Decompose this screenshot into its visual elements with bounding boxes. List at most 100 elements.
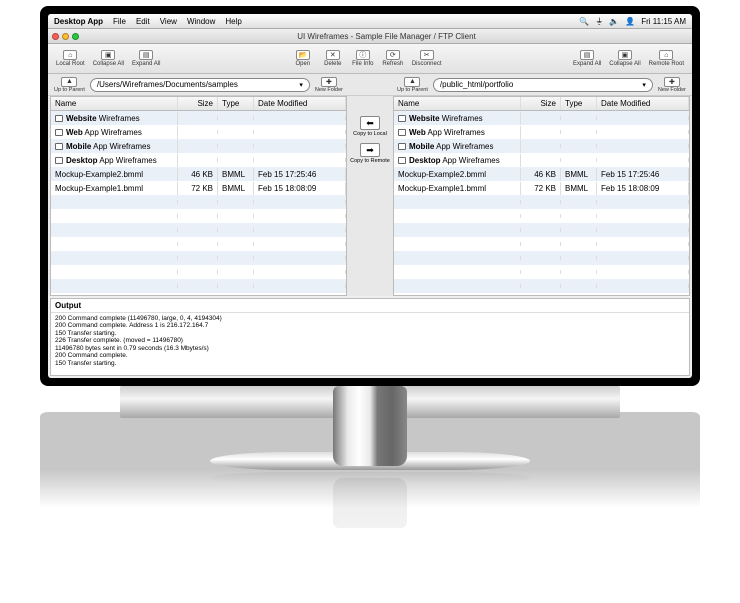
file-info-button[interactable]: ⓘFile Info [348, 50, 378, 67]
refresh-button[interactable]: ⟳Refresh [378, 50, 408, 67]
local-file-list[interactable]: Website WireframesWeb App WireframesMobi… [51, 111, 346, 295]
table-row[interactable] [394, 279, 689, 293]
local-root-button[interactable]: ⌂Local Root [52, 50, 89, 67]
minimize-icon[interactable] [62, 33, 69, 40]
expand-all-r-label: Expand All [573, 61, 601, 67]
folder-icon [55, 143, 63, 150]
open-button[interactable]: 📂Open [288, 50, 318, 67]
file-info-icon: ⓘ [356, 50, 370, 60]
menu-window[interactable]: Window [187, 17, 215, 26]
collapse-all-r-button[interactable]: ▣Collapse All [605, 50, 644, 67]
screen: Desktop App File Edit View Window Help 🔍… [48, 14, 692, 378]
copy-to-local-button[interactable]: ⬅ Copy to Local [353, 116, 387, 137]
cell-type [218, 270, 254, 274]
table-row[interactable] [51, 195, 346, 209]
local-path-text: /Users/Wireframes/Documents/samples [97, 80, 238, 89]
table-row[interactable] [51, 293, 346, 295]
zoom-icon[interactable] [72, 33, 79, 40]
local-path-combo[interactable]: /Users/Wireframes/Documents/samples ▾ [90, 78, 310, 92]
table-row[interactable] [51, 251, 346, 265]
menu-file[interactable]: File [113, 17, 126, 26]
new-folder-icon: ✚ [321, 77, 337, 87]
col-size[interactable]: Size [521, 97, 561, 110]
remote-file-list[interactable]: Website WireframesWeb App WireframesMobi… [394, 111, 689, 295]
col-date[interactable]: Date Modified [254, 97, 346, 110]
collapse-all-l-button[interactable]: ▣Collapse All [89, 50, 128, 67]
cell-date: Feb 15 18:08:09 [597, 182, 689, 195]
table-row[interactable] [394, 293, 689, 295]
table-row[interactable]: Web App Wireframes [394, 125, 689, 139]
menu-view[interactable]: View [160, 17, 177, 26]
col-date[interactable]: Date Modified [597, 97, 689, 110]
app-name[interactable]: Desktop App [54, 17, 103, 26]
table-row[interactable] [394, 251, 689, 265]
folder-icon [398, 157, 406, 164]
menu-help[interactable]: Help [225, 17, 241, 26]
table-row[interactable] [394, 223, 689, 237]
cell-type [561, 214, 597, 218]
table-row[interactable] [51, 223, 346, 237]
new-folder-remote[interactable]: ✚ New Folder [656, 77, 688, 93]
menu-edit[interactable]: Edit [136, 17, 150, 26]
local-pane: Name Size Type Date Modified Website Wir… [50, 96, 347, 296]
spotlight-icon[interactable]: 🔍 [579, 17, 589, 26]
system-menubar: Desktop App File Edit View Window Help 🔍… [48, 14, 692, 29]
table-row[interactable]: Desktop App Wireframes [394, 153, 689, 167]
chevron-down-icon: ▾ [299, 81, 303, 89]
new-folder-local[interactable]: ✚ New Folder [313, 77, 345, 93]
clock[interactable]: Fri 11:15 AM [641, 17, 686, 26]
table-row[interactable] [51, 209, 346, 223]
main-toolbar: ⌂Local Root▣Collapse All▤Expand All 📂Ope… [48, 44, 692, 74]
cell-type [218, 256, 254, 260]
delete-button[interactable]: ✕Delete [318, 50, 348, 67]
new-folder-label: New Folder [658, 87, 686, 93]
col-size[interactable]: Size [178, 97, 218, 110]
cell-size [178, 130, 218, 134]
table-row[interactable] [51, 237, 346, 251]
cell-date [597, 242, 689, 246]
up-to-parent-local[interactable]: ▲ Up to Parent [52, 77, 87, 93]
table-row[interactable] [394, 237, 689, 251]
cell-name [51, 270, 178, 274]
table-row[interactable] [394, 265, 689, 279]
table-row[interactable] [394, 195, 689, 209]
close-icon[interactable] [52, 33, 59, 40]
table-row[interactable]: Web App Wireframes [51, 125, 346, 139]
volume-icon[interactable]: 🔈 [609, 17, 619, 26]
table-row[interactable]: Desktop App Wireframes [51, 153, 346, 167]
expand-all-l-button[interactable]: ▤Expand All [128, 50, 164, 67]
table-row[interactable]: Website Wireframes [51, 111, 346, 125]
cell-name [51, 214, 178, 218]
table-row[interactable]: Website Wireframes [394, 111, 689, 125]
col-type[interactable]: Type [561, 97, 597, 110]
table-row[interactable]: Mockup-Example1.bmml72 KBBMMLFeb 15 18:0… [394, 181, 689, 195]
remote-path-combo[interactable]: /public_html/portfolio ▾ [433, 78, 653, 92]
col-name[interactable]: Name [51, 97, 178, 110]
col-name[interactable]: Name [394, 97, 521, 110]
table-row[interactable]: Mockup-Example2.bmml46 KBBMMLFeb 15 17:2… [394, 167, 689, 181]
table-row[interactable] [51, 279, 346, 293]
table-row[interactable]: Mobile App Wireframes [394, 139, 689, 153]
table-row[interactable] [394, 209, 689, 223]
expand-all-r-button[interactable]: ▤Expand All [569, 50, 605, 67]
cell-name: Mockup-Example1.bmml [51, 182, 178, 195]
wifi-icon[interactable]: ⏚ [595, 16, 603, 27]
disconnect-button[interactable]: ✂Disconnect [408, 50, 446, 67]
copy-to-remote-button[interactable]: ➡ Copy to Remote [350, 143, 390, 164]
table-row[interactable] [51, 265, 346, 279]
stand-neck-reflection [333, 478, 407, 528]
table-row[interactable]: Mobile App Wireframes [51, 139, 346, 153]
remote-root-button[interactable]: ⌂Remote Root [645, 50, 688, 67]
cell-name [51, 256, 178, 260]
cell-size [178, 214, 218, 218]
table-row[interactable]: Mockup-Example1.bmml72 KBBMMLFeb 15 18:0… [51, 181, 346, 195]
cell-type: BMML [218, 182, 254, 195]
cell-date [254, 284, 346, 288]
up-arrow-icon: ▲ [404, 77, 420, 87]
col-type[interactable]: Type [218, 97, 254, 110]
user-icon[interactable]: 👤 [625, 17, 635, 26]
up-to-parent-remote[interactable]: ▲ Up to Parent [395, 77, 430, 93]
cell-date [597, 158, 689, 162]
output-log[interactable]: 200 Command complete (11496780, large, 0… [51, 313, 689, 375]
table-row[interactable]: Mockup-Example2.bmml46 KBBMMLFeb 15 17:2… [51, 167, 346, 181]
